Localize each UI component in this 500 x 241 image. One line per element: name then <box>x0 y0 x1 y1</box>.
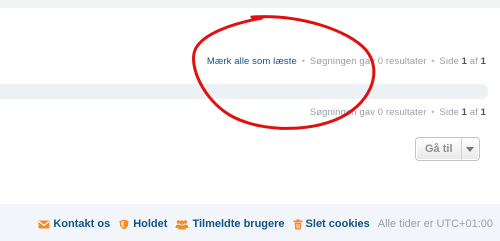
pagination-of: af <box>469 107 478 118</box>
delete-cookies-link[interactable]: Slet cookies <box>293 218 370 230</box>
pagination-info: Side 1 af 1 <box>439 56 486 67</box>
contact-label: Kontakt os <box>53 218 111 230</box>
separator-dot: • <box>431 107 435 118</box>
team-link[interactable]: Holdet <box>118 218 167 230</box>
pagination-current: 1 <box>461 56 467 67</box>
members-label: Tilmeldte brugere <box>192 218 285 230</box>
mark-all-read-link[interactable]: Mærk alle som læste <box>207 56 297 67</box>
envelope-icon <box>38 219 50 230</box>
trash-icon <box>293 218 303 230</box>
separator-dot: • <box>301 56 306 67</box>
pagination-info: Side 1 af 1 <box>439 107 486 118</box>
separator-dot: • <box>431 56 435 67</box>
users-icon <box>175 219 189 230</box>
contact-link[interactable]: Kontakt os <box>38 218 110 230</box>
bottom-action-bar: Søgningen gav 0 resultater • Side 1 af 1 <box>310 107 486 118</box>
top-action-bar: Mærk alle som læste • Søgningen gav 0 re… <box>207 56 486 67</box>
top-strip <box>0 0 500 8</box>
search-result-count: Søgningen gav 0 resultater <box>309 56 427 67</box>
timezone-info: Alle tider er UTC+01:00 <box>377 218 493 230</box>
pagination-prefix: Side <box>439 56 459 67</box>
members-link[interactable]: Tilmeldte brugere <box>175 218 285 230</box>
empty-results-panel <box>0 84 488 99</box>
shield-icon <box>118 219 130 230</box>
pagination-of: af <box>469 56 478 67</box>
pagination-prefix: Side <box>439 107 459 118</box>
pagination-total: 1 <box>480 107 486 118</box>
delete-cookies-label: Slet cookies <box>305 218 370 230</box>
caret-down-icon <box>466 146 475 152</box>
jump-to-toggle[interactable] <box>460 138 479 160</box>
jump-to-label: Gå til <box>425 143 453 155</box>
search-result-count: Søgningen gav 0 resultater <box>309 107 427 118</box>
pagination-total: 1 <box>480 56 486 67</box>
jump-to-dropdown[interactable]: Gå til <box>415 137 480 161</box>
pagination-current: 1 <box>461 107 467 118</box>
team-label: Holdet <box>133 218 168 230</box>
footer-links: Kontakt os Holdet Tilmeldte brugere Slet… <box>38 218 493 230</box>
